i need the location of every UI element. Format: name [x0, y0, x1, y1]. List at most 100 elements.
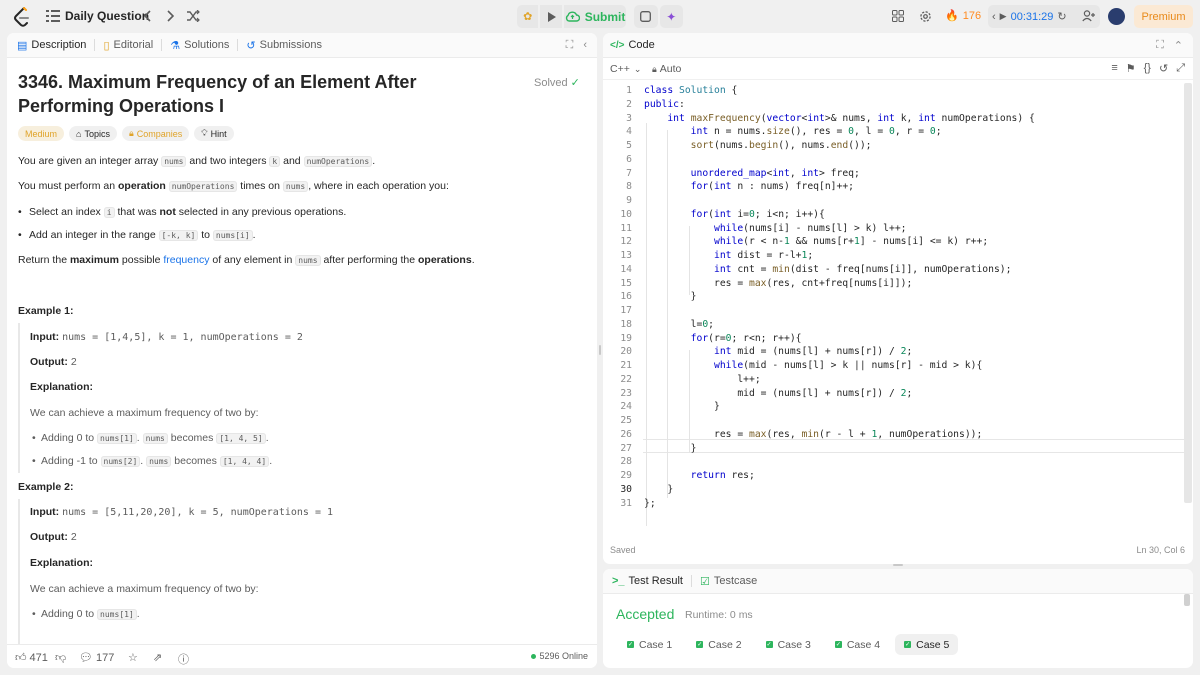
code-text[interactable]: for(r=0; r<n; r++){ — [644, 332, 802, 346]
like-button[interactable]: 👍︎ 471 — [15, 651, 48, 665]
code-line[interactable]: 31}; — [603, 497, 1193, 511]
code-line[interactable]: 1 class Solution { — [603, 84, 1193, 98]
code-line[interactable]: 12 while(r < n-1 && nums[r+1] - nums[i] … — [603, 235, 1193, 249]
case-tab-1[interactable]: ✓ Case 1 — [618, 634, 681, 655]
test-scrollbar[interactable] — [1184, 594, 1190, 606]
ai-assist-button[interactable]: ✦ — [659, 5, 684, 28]
collapse-icon[interactable]: ⌃ — [1174, 39, 1183, 52]
timer-reset-icon[interactable]: ↻ — [1057, 10, 1066, 23]
code-line[interactable]: 25 — [603, 414, 1193, 428]
code-line[interactable]: 3 int maxFrequency(vector<int>& nums, in… — [603, 112, 1193, 126]
tab-solutions[interactable]: ⚗ Solutions — [170, 39, 229, 52]
code-line[interactable]: 26 res = max(res, min(r - l + 1, numOper… — [603, 428, 1193, 442]
tab-code[interactable]: </> Code — [610, 39, 655, 51]
frequency-link[interactable]: frequency — [163, 254, 209, 266]
reset-icon[interactable]: ↺ — [1159, 62, 1168, 75]
companies-chip[interactable]: 🔒︎ Companies — [121, 126, 190, 141]
problem-title[interactable]: 3346. Maximum Frequency of an Element Af… — [18, 70, 488, 118]
format-icon[interactable]: ≡ — [1111, 62, 1117, 75]
code-line[interactable]: 15 res = max(res, cnt+freq[nums[i]]); — [603, 277, 1193, 291]
code-line[interactable]: 5 sort(nums.begin(), nums.end()); — [603, 139, 1193, 153]
settings-gear-icon[interactable] — [918, 8, 932, 24]
layout-grid-icon[interactable] — [891, 9, 905, 23]
code-text[interactable]: for(int i=0; i<n; i++){ — [644, 208, 825, 222]
code-line[interactable]: 27 } — [603, 442, 1193, 456]
tab-testcase[interactable]: ☑ Testcase — [700, 575, 757, 588]
maximize-icon[interactable]: ⛶ — [566, 39, 574, 52]
code-text[interactable]: } — [644, 483, 673, 497]
bookmark-icon[interactable]: ⚑ — [1126, 62, 1136, 75]
code-text[interactable]: mid = (nums[l] + nums[r]) / 2; — [644, 387, 912, 401]
code-text[interactable]: int mid = (nums[l] + nums[r]) / 2; — [644, 345, 912, 359]
code-text[interactable]: res = max(res, cnt+freq[nums[i]]); — [644, 277, 912, 291]
user-avatar[interactable] — [1108, 8, 1125, 25]
editor-scrollbar[interactable] — [1184, 83, 1192, 503]
language-select[interactable]: C++ ⌄ — [610, 63, 641, 75]
share-button[interactable]: ⇗ — [153, 651, 162, 664]
next-question-icon[interactable] — [164, 8, 176, 24]
code-line[interactable]: 4 int n = nums.size(), res = 0, l = 0, r… — [603, 125, 1193, 139]
prev-question-icon[interactable] — [142, 8, 154, 24]
expand-icon[interactable]: ⤢ — [1176, 62, 1185, 75]
code-text[interactable]: while(nums[i] - nums[l] > k) l++; — [644, 222, 906, 236]
shuffle-icon[interactable] — [185, 8, 201, 24]
code-line[interactable]: 28 — [603, 455, 1193, 469]
code-line[interactable]: 22 l++; — [603, 373, 1193, 387]
code-line[interactable]: 29 return res; — [603, 469, 1193, 483]
code-text[interactable]: while(mid - nums[l] > k || nums[r] - mid… — [644, 359, 982, 373]
code-text[interactable]: while(r < n-1 && nums[r+1] - nums[i] <= … — [644, 235, 988, 249]
notes-button[interactable] — [634, 5, 658, 28]
code-text[interactable]: class Solution { — [644, 84, 737, 98]
code-line[interactable]: 19 for(r=0; r<n; r++){ — [603, 332, 1193, 346]
auto-mode[interactable]: 🔒︎ Auto — [652, 63, 681, 75]
code-text[interactable]: } — [644, 442, 697, 456]
code-line[interactable]: 23 mid = (nums[l] + nums[r]) / 2; — [603, 387, 1193, 401]
dislike-button[interactable]: 👎︎ — [55, 651, 66, 664]
code-line[interactable]: 13 int dist = r-l+1; — [603, 249, 1193, 263]
maximize-icon[interactable]: ⛶ — [1156, 39, 1164, 52]
code-text[interactable]: res = max(res, min(r - l + 1, numOperati… — [644, 428, 982, 442]
code-line[interactable]: 6 — [603, 153, 1193, 167]
code-line[interactable]: 17 — [603, 304, 1193, 318]
code-line[interactable]: 10 for(int i=0; i<n; i++){ — [603, 208, 1193, 222]
timer-play-icon[interactable]: ▶ — [1000, 11, 1007, 22]
run-button[interactable] — [540, 5, 562, 28]
code-line[interactable]: 21 while(mid - nums[l] > k || nums[r] - … — [603, 359, 1193, 373]
tab-description[interactable]: ▤ Description — [17, 39, 86, 52]
code-text[interactable]: public: — [644, 98, 685, 112]
code-text[interactable]: unordered_map<int, int> freq; — [644, 167, 860, 181]
case-tab-2[interactable]: ✓ Case 2 — [687, 634, 750, 655]
submit-button[interactable]: Submit — [563, 5, 627, 28]
code-text[interactable]: l++; — [644, 373, 760, 387]
code-line[interactable]: 2 public: — [603, 98, 1193, 112]
code-editor[interactable]: 1 class Solution {2 public: 3 int maxFreque… — [603, 82, 1193, 542]
tab-test-result[interactable]: >_ Test Result — [612, 575, 683, 587]
tab-editorial[interactable]: ▯ Editorial — [103, 39, 153, 52]
streak-counter[interactable]: 🔥 176 — [945, 9, 981, 23]
code-line[interactable]: 24 } — [603, 400, 1193, 414]
code-line[interactable]: 8 for(int n : nums) freq[n]++; — [603, 180, 1193, 194]
favorite-button[interactable]: ☆ — [128, 651, 138, 664]
code-text[interactable]: }; — [644, 497, 656, 511]
code-line[interactable]: 11 while(nums[i] - nums[l] > k) l++; — [603, 222, 1193, 236]
topics-chip[interactable]: ⌂ Topics — [69, 126, 117, 141]
help-button[interactable]: ⓘ — [178, 651, 189, 667]
debug-button[interactable]: ✿ — [517, 5, 539, 28]
hint-chip[interactable]: 💡︎ Hint — [194, 126, 234, 141]
code-line[interactable]: 18 l=0; — [603, 318, 1193, 332]
case-tab-4[interactable]: ✓ Case 4 — [826, 634, 889, 655]
daily-question-title[interactable]: Daily Question — [65, 9, 149, 23]
leetcode-logo-icon[interactable] — [12, 7, 32, 27]
comments-button[interactable]: 💬︎ 177 — [79, 651, 114, 665]
chevron-left-icon[interactable]: ‹ — [992, 11, 996, 23]
braces-icon[interactable]: {} — [1144, 62, 1151, 75]
code-line[interactable]: 7 unordered_map<int, int> freq; — [603, 167, 1193, 181]
tab-submissions[interactable]: ↺ Submissions — [246, 39, 322, 52]
code-line[interactable]: 9 — [603, 194, 1193, 208]
premium-button[interactable]: Premium — [1134, 5, 1193, 28]
vertical-splitter-handle[interactable] — [599, 345, 601, 355]
code-line[interactable]: 16 } — [603, 290, 1193, 304]
collapse-icon[interactable]: ‹ — [583, 39, 587, 52]
code-line[interactable]: 14 int cnt = min(dist - freq[nums[i]], n… — [603, 263, 1193, 277]
code-text[interactable]: int cnt = min(dist - freq[nums[i]], numO… — [644, 263, 1011, 277]
